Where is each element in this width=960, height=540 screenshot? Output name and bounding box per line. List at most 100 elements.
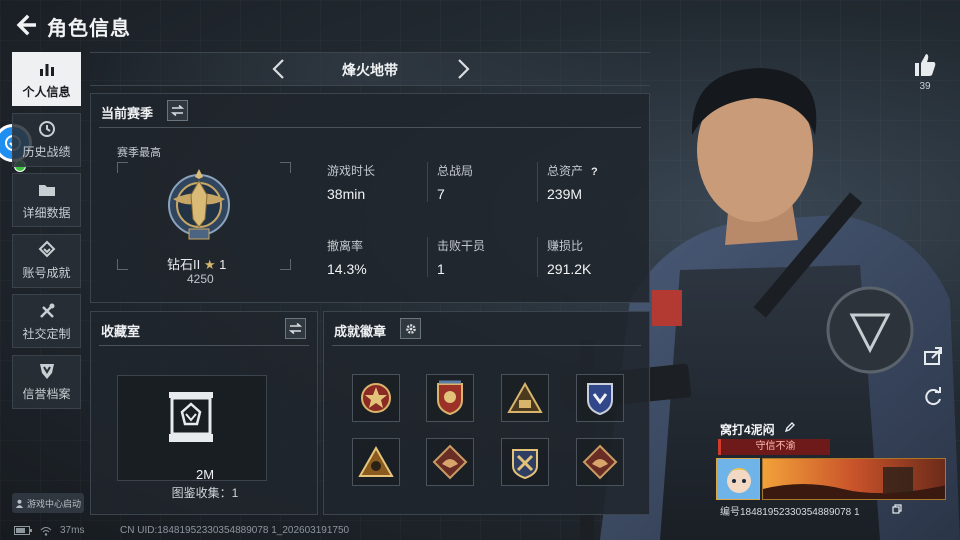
person-icon: [15, 499, 24, 508]
tools-icon: [39, 303, 54, 318]
sidebar-item-social[interactable]: 社交定制: [12, 294, 81, 348]
season-panel: 当前赛季 赛季最高 钻石II ★ 1 4250 游戏时长 38min 总战局 7…: [90, 93, 650, 303]
achievement-badge[interactable]: [352, 438, 400, 486]
achievement-badge[interactable]: [501, 374, 549, 422]
stat-value: 14.3%: [327, 261, 367, 277]
back-arrow-icon[interactable]: [12, 13, 36, 37]
sidebar-item-achievements[interactable]: 账号成就: [12, 233, 81, 288]
stat-value: 38min: [327, 186, 366, 202]
sidebar-item-history[interactable]: 历史战绩: [12, 112, 81, 167]
achievement-badge[interactable]: [576, 438, 624, 486]
stat-total-assets: 总资产? 239M: [547, 162, 647, 202]
stat-value: 7: [437, 186, 445, 202]
stat-label: 击败干员: [437, 239, 486, 253]
sidebar-item-label: 详细数据: [22, 205, 71, 220]
like-thumb-icon[interactable]: [912, 52, 938, 78]
sidebar-item-label: 个人信息: [22, 84, 71, 99]
cn-uid: CN UID:18481952330354889078 1_2026031917…: [120, 525, 350, 536]
ping-value: 37ms: [60, 525, 85, 536]
collection-value: 2M: [195, 467, 215, 482]
triangle-emblem-icon: [507, 382, 543, 413]
stat-label: 总资产: [547, 164, 584, 178]
bar-chart-icon: [39, 63, 54, 76]
star-icon: ★: [203, 257, 216, 272]
banner-image: [763, 459, 945, 499]
sidebar-item-profile[interactable]: 个人信息: [12, 52, 81, 106]
divider: [427, 237, 428, 277]
rank-stars: 1: [219, 257, 227, 272]
divider: [537, 162, 538, 202]
stat-play-time: 游戏时长 38min: [327, 162, 427, 202]
share-icon[interactable]: [922, 345, 944, 367]
rotate-icon[interactable]: [922, 385, 944, 407]
rank-emblem-icon: [168, 169, 230, 240]
sidebar-item-label: 账号成就: [22, 266, 71, 280]
stat-value: 1: [437, 261, 445, 277]
triangle-gold-icon: [358, 446, 394, 477]
copy-icon[interactable]: [892, 504, 902, 514]
player-uid: 编号18481952330354889078 1: [720, 507, 860, 518]
achievements-title: 成就徽章: [334, 324, 387, 339]
collection-panel: 收藏室 2M 图鉴收集：1: [90, 311, 318, 515]
game-center-launch-button[interactable]: 游戏中心启动: [12, 493, 84, 513]
sidebar-item-details[interactable]: 详细数据: [12, 173, 81, 227]
blue-shield-icon: [587, 383, 613, 416]
divider: [427, 162, 428, 202]
rank-score: 4250: [187, 272, 214, 286]
achievements-settings-button[interactable]: [400, 318, 421, 339]
collection-display[interactable]: [117, 375, 267, 481]
achievement-badge[interactable]: [501, 438, 549, 486]
achievement-badge[interactable]: [426, 438, 474, 486]
display-case-icon: [169, 392, 213, 442]
rank-tier: 钻石II: [167, 257, 201, 272]
sidebar-item-label: 历史战绩: [22, 145, 71, 159]
battery-icon: [14, 526, 32, 535]
collection-switch-button[interactable]: [285, 318, 306, 339]
stat-total-matches: 总战局 7: [437, 162, 537, 202]
launcher-label: 游戏中心启动: [26, 498, 81, 509]
crossed-swords-icon: [512, 449, 538, 480]
swap-icon: [289, 323, 302, 334]
stat-label: 赚损比: [547, 239, 584, 253]
sidebar-item-reputation[interactable]: 信誉档案: [12, 354, 81, 409]
achievement-badge[interactable]: [352, 374, 400, 422]
divider: [99, 345, 309, 346]
stat-value: 291.2K: [547, 261, 592, 277]
chevron-right-icon[interactable]: [452, 57, 474, 81]
divider: [332, 345, 641, 346]
season-title: 当前赛季: [101, 106, 154, 121]
reputation-badge: 守信不渝: [718, 439, 830, 455]
avatar-image: [717, 459, 759, 499]
profile-banner[interactable]: [762, 458, 946, 500]
achievement-badge[interactable]: [576, 374, 624, 422]
divider: [99, 127, 641, 128]
season-best-label: 赛季最高: [117, 147, 161, 159]
collection-title: 收藏室: [101, 324, 141, 339]
stat-value: 239M: [547, 186, 583, 202]
swap-icon: [171, 105, 184, 116]
sidebar-item-label: 信誉档案: [22, 387, 71, 401]
collection-count: 图鉴收集：1: [171, 486, 239, 500]
map-name: 烽火地带: [342, 62, 398, 78]
stat-label: 总战局: [437, 164, 474, 178]
sidebar: 个人信息 历史战绩 详细数据 账号成就 社交定制 信誉档案: [12, 52, 81, 415]
like-count: 39: [919, 81, 931, 92]
star-emblem-icon: [361, 383, 391, 413]
status-bar: 37ms: [14, 525, 84, 536]
clock-icon: [38, 121, 55, 137]
shield-icon: [39, 364, 54, 379]
edit-pencil-icon[interactable]: [784, 421, 796, 433]
stat-label: 游戏时长: [327, 164, 376, 178]
achievement-badge[interactable]: [426, 374, 474, 422]
season-switch-button[interactable]: [167, 100, 188, 121]
wifi-icon: [40, 526, 52, 536]
stat-profit-ratio: 赚损比 291.2K: [547, 237, 647, 277]
avatar[interactable]: [716, 458, 760, 500]
stat-label: 撤离率: [327, 239, 364, 253]
divider: [537, 237, 538, 277]
help-icon[interactable]: ?: [591, 166, 598, 178]
folder-icon: [38, 184, 55, 196]
stat-kills: 击败干员 1: [437, 237, 537, 277]
stat-extraction-rate: 撤离率 14.3%: [327, 237, 427, 277]
hawk-diamond-icon: [582, 444, 618, 480]
